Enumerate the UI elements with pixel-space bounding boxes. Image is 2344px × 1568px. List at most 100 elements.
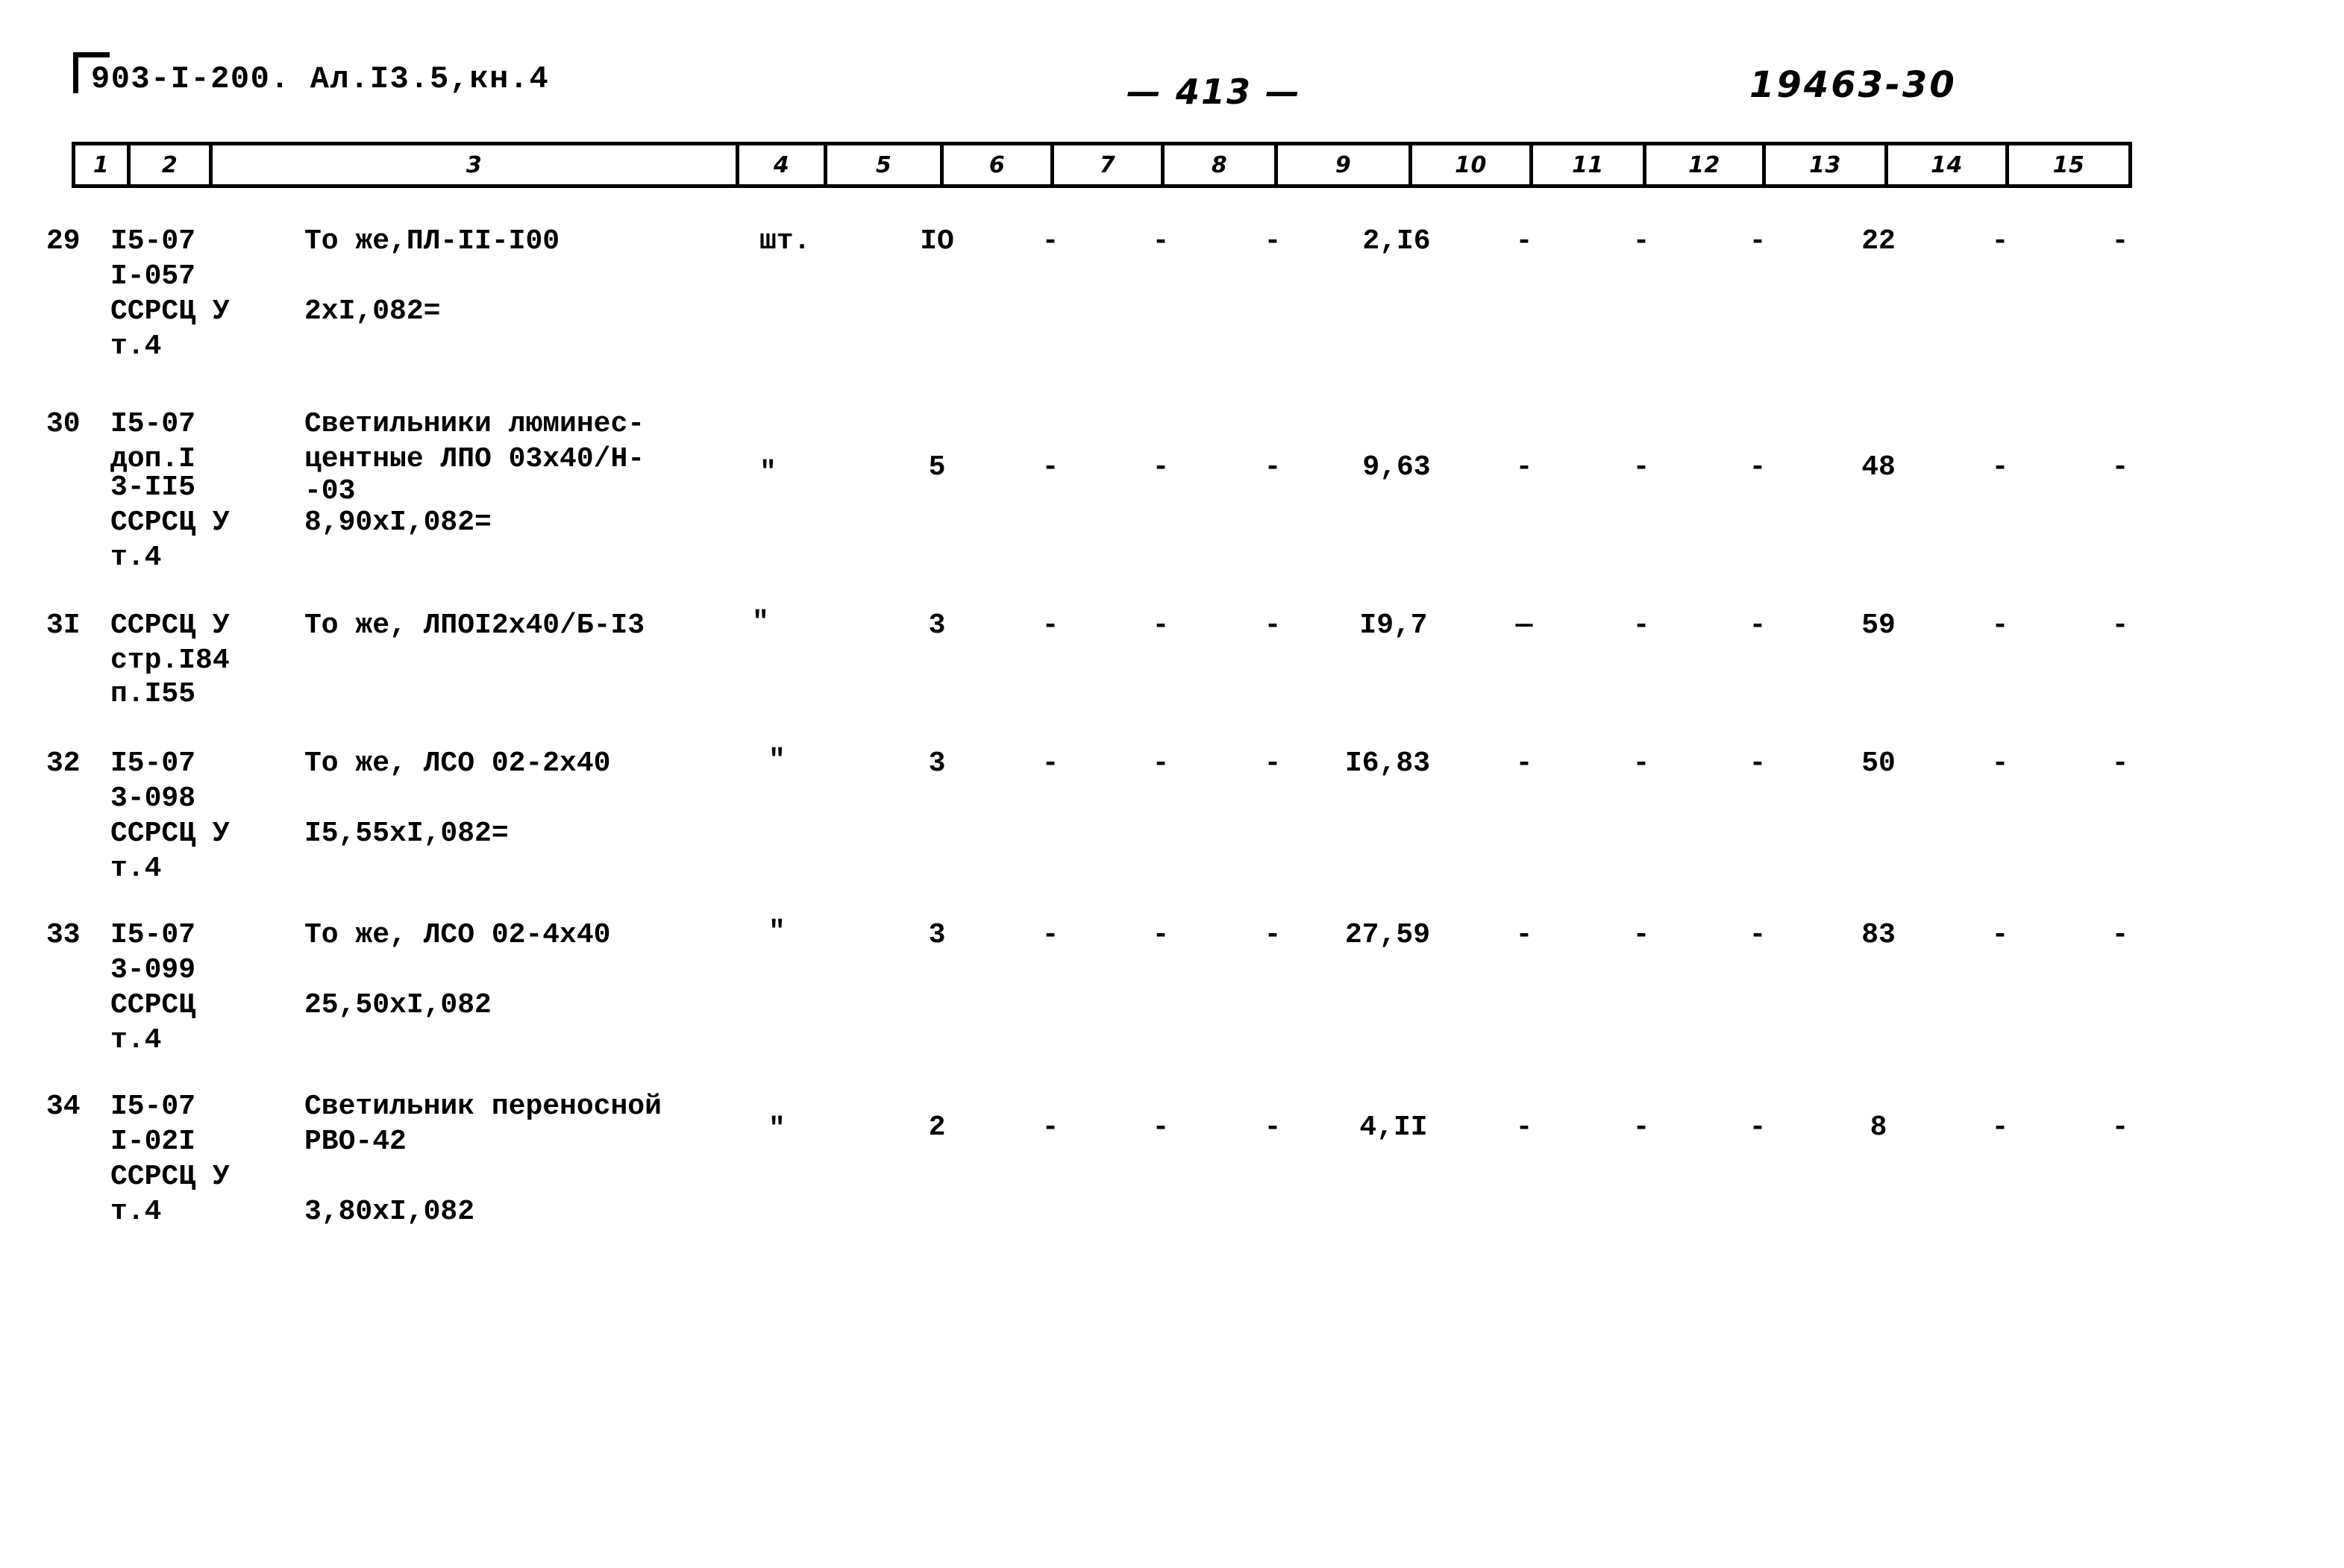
column-header-1: 1 bbox=[75, 145, 131, 184]
row-col14: - bbox=[1991, 451, 2009, 483]
row-col15: - bbox=[2111, 747, 2129, 780]
column-header-3: 3 bbox=[213, 145, 739, 184]
row-col8: - bbox=[1264, 609, 1282, 642]
row-col9: 9,63 bbox=[1362, 451, 1431, 483]
row-col9: I6,83 bbox=[1344, 747, 1431, 780]
row-unit: " bbox=[759, 457, 777, 489]
row-desc-3: -03 bbox=[304, 475, 356, 507]
row-unit: " bbox=[768, 744, 786, 777]
row-desc-3: 2xI,082= bbox=[304, 295, 441, 327]
row-unit: " bbox=[752, 606, 769, 639]
row-col6: - bbox=[1041, 919, 1059, 951]
row-desc-1: То же, ЛПОI2х40/Б-I3 bbox=[304, 609, 645, 642]
row-desc-4: 3,80хI,082 bbox=[304, 1196, 475, 1228]
column-header-8: 8 bbox=[1165, 145, 1278, 184]
row-col6: - bbox=[1041, 609, 1059, 642]
row-desc-2: РВО-42 bbox=[304, 1126, 407, 1158]
row-code-2: 3-098 bbox=[110, 783, 196, 815]
row-col8: - bbox=[1264, 919, 1282, 951]
row-unit: " bbox=[768, 1113, 786, 1145]
row-code-2: стр.I84 bbox=[110, 645, 230, 677]
column-header-7: 7 bbox=[1054, 145, 1165, 184]
column-header-15: 15 bbox=[2052, 151, 2085, 178]
row-col10: - bbox=[1515, 225, 1533, 257]
row-col10: - bbox=[1515, 747, 1533, 780]
row-number: 29 bbox=[46, 225, 81, 257]
column-header-13: 13 bbox=[1766, 145, 1888, 184]
row-col7: - bbox=[1152, 225, 1170, 257]
row-col15: - bbox=[2111, 451, 2129, 483]
row-col7: - bbox=[1152, 747, 1170, 780]
column-header-4: 4 bbox=[739, 145, 827, 184]
row-code-3: ССРСЦ У bbox=[110, 818, 230, 850]
row-col13: 8 bbox=[1870, 1111, 1887, 1144]
row-col7: - bbox=[1152, 609, 1170, 642]
row-col5: 2 bbox=[928, 1111, 946, 1144]
row-desc-1: Светильник переносной bbox=[304, 1091, 662, 1123]
row-col13: 48 bbox=[1861, 451, 1896, 483]
scanned-page: 903-I-200. Ал.I3.5,кн.4 — 413 — 19463-30… bbox=[0, 0, 2344, 1568]
row-col12: - bbox=[1749, 747, 1767, 780]
row-code-3: ССРСЦ bbox=[110, 989, 196, 1021]
row-code-2: I-02I bbox=[110, 1126, 196, 1158]
row-col9: 2,I6 bbox=[1362, 225, 1431, 257]
column-header-12: 12 bbox=[1646, 145, 1766, 184]
row-col8: - bbox=[1264, 225, 1282, 257]
row-desc-1: Светильники люминес- bbox=[304, 408, 645, 440]
table-row: 32 I5-07 3-098 ССРСЦ У т.4 То же, ЛСО 02… bbox=[0, 744, 2344, 903]
row-col10: - bbox=[1515, 919, 1533, 951]
row-desc-2: центные ЛПО 03х40/Н- bbox=[304, 443, 645, 475]
row-col15: - bbox=[2111, 1111, 2129, 1144]
row-col12: - bbox=[1749, 1111, 1767, 1144]
row-col6: - bbox=[1041, 451, 1059, 483]
row-col8: - bbox=[1264, 1111, 1282, 1144]
table-row: 30 I5-07 доп.I 3-II5 ССРСЦ У т.4 Светиль… bbox=[0, 407, 2344, 574]
row-col10: — bbox=[1515, 609, 1533, 642]
row-code-1: I5-07 bbox=[110, 225, 196, 257]
row-col9: 27,59 bbox=[1344, 919, 1431, 951]
column-header-6: 6 bbox=[944, 145, 1054, 184]
row-col8: - bbox=[1264, 747, 1282, 780]
row-col12: - bbox=[1749, 225, 1767, 257]
column-header-14: 14 bbox=[1888, 145, 2009, 184]
row-desc-4: 8,90хI,082= bbox=[304, 507, 492, 539]
row-col7: - bbox=[1152, 451, 1170, 483]
row-col14: - bbox=[1991, 609, 2009, 642]
row-col13: 22 bbox=[1861, 225, 1896, 257]
row-code-4: т.4 bbox=[110, 853, 162, 885]
row-col14: - bbox=[1991, 919, 2009, 951]
row-desc-1: То же, ЛСО 02-4х40 bbox=[304, 919, 611, 951]
column-header-2: 2 bbox=[131, 145, 213, 184]
row-col6: - bbox=[1041, 1111, 1059, 1144]
row-col12: - bbox=[1749, 919, 1767, 951]
row-code-4: т.4 bbox=[110, 330, 162, 363]
row-col11: - bbox=[1632, 225, 1650, 257]
row-unit: шт. bbox=[759, 225, 811, 257]
row-desc-3: I5,55хI,082= bbox=[304, 818, 509, 850]
table-row: 29 I5-07 I-057 ССРСЦ У т.4 То же,ПЛ-II-I… bbox=[0, 224, 2344, 380]
row-code-1: I5-07 bbox=[110, 408, 196, 440]
row-col5: 3 bbox=[928, 747, 946, 780]
archive-code: 19463-30 bbox=[1749, 64, 1957, 106]
table-row: 3I ССРСЦ У стр.I84 п.I55 То же, ЛПОI2х40… bbox=[0, 606, 2344, 765]
row-code-5: т.4 bbox=[110, 542, 162, 574]
row-col9: 4,II bbox=[1359, 1111, 1428, 1144]
row-number: 3I bbox=[46, 609, 81, 642]
row-desc-1: То же,ПЛ-II-I00 bbox=[304, 225, 560, 257]
row-col12: - bbox=[1749, 609, 1767, 642]
row-code-4: т.4 bbox=[110, 1196, 162, 1228]
page-number: — 413 — bbox=[1126, 72, 1302, 112]
row-col5: 5 bbox=[928, 451, 946, 483]
row-code-1: I5-07 bbox=[110, 747, 196, 780]
row-col15: - bbox=[2111, 609, 2129, 642]
row-col13: 83 bbox=[1861, 919, 1896, 951]
row-code-3: ССРСЦ У bbox=[110, 1161, 230, 1193]
row-col14: - bbox=[1991, 225, 2009, 257]
row-code-3: 3-II5 bbox=[110, 471, 196, 504]
column-header-9: 9 bbox=[1278, 145, 1412, 184]
row-code-2: I-057 bbox=[110, 260, 196, 292]
row-col7: - bbox=[1152, 1111, 1170, 1144]
row-code-1: ССРСЦ У bbox=[110, 609, 230, 642]
row-number: 33 bbox=[46, 919, 81, 951]
row-col15: - bbox=[2111, 225, 2129, 257]
